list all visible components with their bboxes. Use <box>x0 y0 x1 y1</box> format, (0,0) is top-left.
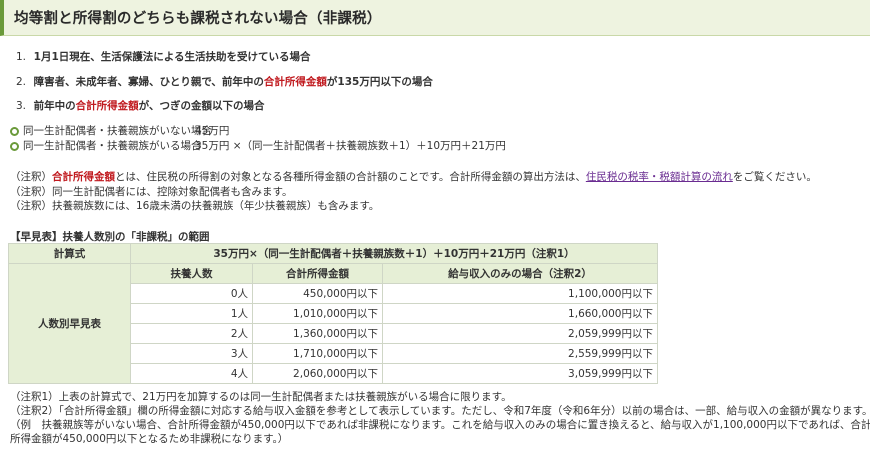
table-caption: 【早見表】扶養人数別の「非課税」の範囲 <box>10 231 210 243</box>
section-title-bar: 均等割と所得割のどちらも課税されない場合（非課税） <box>0 0 870 36</box>
tax-calc-flow-link[interactable]: 住民税の税率・税額計算の流れ <box>586 171 733 183</box>
threshold-value: 45万円 <box>195 125 230 137</box>
table-cell: 2人 <box>130 323 253 344</box>
table-cell: 4人 <box>130 363 253 384</box>
table-cell: 2,559,999円以下 <box>382 343 658 364</box>
table-cell: 2,060,000円以下 <box>252 363 383 384</box>
condition-text: が135万円以下の場合 <box>326 75 433 88</box>
highlight-term: 合計所得金額 <box>75 100 139 112</box>
threshold-value: 35万円 ×（同一生計配偶者＋扶養親族数＋1）＋10万円＋21万円 <box>195 140 506 152</box>
note-body: とは、住民税の所得割の対象となる各種所得金額の合計額のことです。合計所得金額の算… <box>115 171 586 183</box>
circle-bullet-icon <box>10 142 19 151</box>
footnote-1: （注釈1）上表の計算式で、21万円を加算するのは同一生計配偶者または扶養親族がい… <box>10 391 512 403</box>
footnote-example: （例 扶養親族等がいない場合、合計所得金額が450,000円以下であれば非課税に… <box>10 419 870 431</box>
column-header: 給与収入のみの場合（注釈2） <box>382 263 658 284</box>
condition-text: 前年中の <box>33 100 76 112</box>
column-header: 合計所得金額 <box>252 263 383 284</box>
table-cell: 1人 <box>130 303 253 324</box>
table-cell: 3,059,999円以下 <box>382 363 658 384</box>
footnotes: （注釈1）上表の計算式で、21万円を加算するのは同一生計配偶者または扶養親族がい… <box>10 390 870 446</box>
condition-item-3: 3. 前年中の合計所得金額が、つぎの金額以下の場合 <box>16 99 856 124</box>
condition-list: 1. 1月1日現在、生活保護法による生活扶助を受けている場合 2. 障害者、未成… <box>16 50 856 124</box>
formula-cell: 35万円×（同一生計配偶者＋扶養親族数＋1）＋10万円＋21万円（注釈1） <box>130 243 658 264</box>
table-cell: 1,710,000円以下 <box>252 343 383 364</box>
threshold-item: 同一生計配偶者・扶養親族がいる場合 35万円 ×（同一生計配偶者＋扶養親族数＋1… <box>10 139 850 154</box>
quick-reference-table: 計算式 35万円×（同一生計配偶者＋扶養親族数＋1）＋10万円＋21万円（注釈1… <box>8 243 658 384</box>
table-cell: 450,000円以下 <box>252 283 383 304</box>
table-cell: 1,360,000円以下 <box>252 323 383 344</box>
table-cell: 1,100,000円以下 <box>382 283 658 304</box>
side-label: 人数別早見表 <box>8 263 131 384</box>
condition-text: 障害者、未成年者、寡婦、ひとり親で、前年中の <box>33 75 264 88</box>
table-cell: 1,010,000円以下 <box>252 303 383 324</box>
note-term: 合計所得金額 <box>52 171 115 183</box>
note-suffix: をご覧ください。 <box>732 171 817 183</box>
table-row: 人数別早見表 扶養人数 合計所得金額 給与収入のみの場合（注釈2） <box>8 263 658 384</box>
formula-label: 計算式 <box>8 243 131 264</box>
condition-text: が、つぎの金額以下の場合 <box>138 100 265 112</box>
condition-text: 1月1日現在、生活保護法による生活扶助を受けている場合 <box>33 51 311 63</box>
note-3: （注釈）扶養親族数には、16歳未満の扶養親族（年少扶養親族）も含みます。 <box>10 200 380 212</box>
circle-bullet-icon <box>10 127 19 136</box>
column-header: 扶養人数 <box>130 263 253 284</box>
note-1: （注釈）合計所得金額とは、住民税の所得割の対象となる各種所得金額の合計額のことで… <box>10 170 865 185</box>
table-cell: 0人 <box>130 283 253 304</box>
section-title: 均等割と所得割のどちらも課税されない場合（非課税） <box>14 11 382 27</box>
table-cell: 1,660,000円以下 <box>382 303 658 324</box>
condition-number: 3. <box>16 100 27 112</box>
threshold-item: 同一生計配偶者・扶養親族がいない場合 45万円 <box>10 124 850 139</box>
threshold-label: 同一生計配偶者・扶養親族がいる場合 <box>23 140 202 152</box>
note-prefix: （注釈） <box>10 171 52 183</box>
threshold-list: 同一生計配偶者・扶養親族がいない場合 45万円 同一生計配偶者・扶養親族がいる場… <box>10 124 850 154</box>
table-cell: 3人 <box>130 343 253 364</box>
table-row: 計算式 35万円×（同一生計配偶者＋扶養親族数＋1）＋10万円＋21万円（注釈1… <box>8 243 658 264</box>
threshold-label: 同一生計配偶者・扶養親族がいない場合 <box>23 125 212 137</box>
notes: （注釈）合計所得金額とは、住民税の所得割の対象となる各種所得金額の合計額のことで… <box>10 170 865 214</box>
highlight-term: 合計所得金額 <box>263 75 327 88</box>
condition-number: 2. <box>16 75 27 88</box>
table-cell: 2,059,999円以下 <box>382 323 658 344</box>
footnote-example-cont: 所得金額が450,000円以下となるため非課税になります。） <box>10 433 289 445</box>
condition-item-2: 2. 障害者、未成年者、寡婦、ひとり親で、前年中の合計所得金額が135万円以下の… <box>16 75 856 100</box>
footnote-2: （注釈2）「合計所得金額」欄の所得金額に対応する給与収入金額を参考として表示して… <box>10 405 870 417</box>
condition-item-1: 1. 1月1日現在、生活保護法による生活扶助を受けている場合 <box>16 50 856 75</box>
condition-number: 1. <box>16 51 27 63</box>
note-2: （注釈）同一生計配偶者には、控除対象配偶者も含みます。 <box>10 185 293 198</box>
